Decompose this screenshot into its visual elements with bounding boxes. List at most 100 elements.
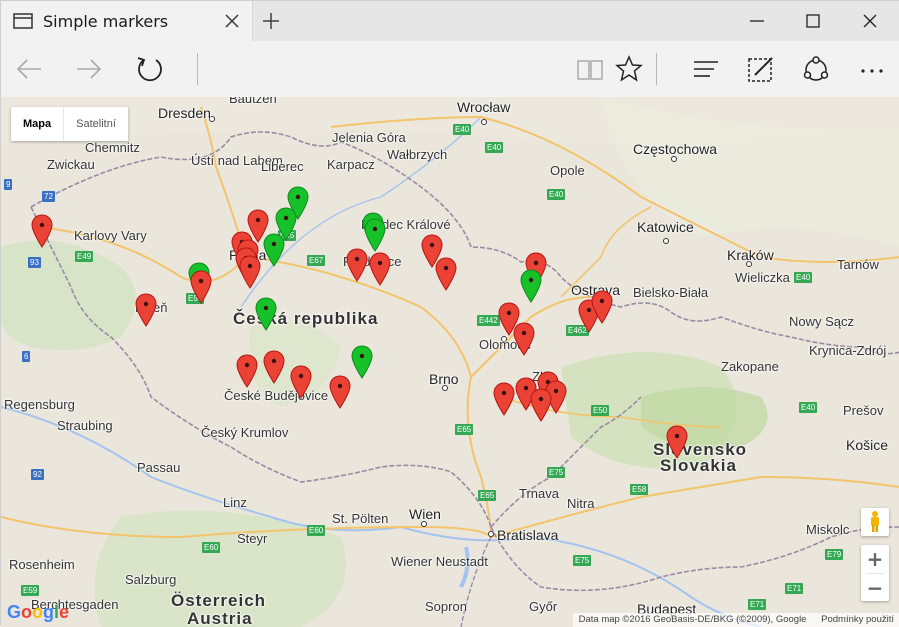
city-label: St. Pölten	[332, 511, 389, 526]
country-label: Austria	[187, 609, 253, 627]
road-shield: 9	[4, 179, 13, 190]
google-logo-text: Google	[7, 602, 70, 622]
city-label: Brno	[429, 371, 459, 387]
city-label: Wrocław	[457, 99, 511, 115]
city-label: Zakopane	[721, 359, 779, 374]
green-marker[interactable]	[520, 269, 542, 303]
browser-window: Simple markers Mapa Satelitní E40 E40 E4…	[0, 0, 899, 627]
google-logo[interactable]: Google	[7, 602, 69, 623]
city-label: Zwickau	[47, 157, 95, 172]
road-shield: 6	[22, 351, 31, 362]
city-label: Prešov	[843, 403, 884, 418]
city-label: České Budějovice	[224, 388, 329, 403]
road-shield: E40	[799, 402, 818, 413]
red-marker[interactable]	[290, 365, 312, 399]
maximize-icon[interactable]	[801, 9, 825, 33]
close-window-icon[interactable]	[858, 9, 882, 33]
green-marker[interactable]	[263, 233, 285, 267]
web-note-icon[interactable]	[745, 53, 777, 85]
country-label: Slovakia	[660, 456, 737, 475]
city-label: Katowice	[637, 219, 694, 235]
city-label: Liberec	[261, 159, 304, 174]
city-label: Bautzen	[229, 97, 277, 106]
refresh-icon[interactable]	[134, 53, 166, 85]
city-label: Karpacz	[327, 157, 375, 172]
red-marker[interactable]	[239, 255, 261, 289]
red-marker[interactable]	[530, 388, 552, 422]
city-label: Dresden	[158, 105, 211, 121]
red-marker[interactable]	[513, 322, 535, 356]
road-shield: E40	[547, 189, 566, 200]
red-marker[interactable]	[369, 252, 391, 286]
green-marker[interactable]	[351, 345, 373, 379]
road-shield: E442	[477, 315, 500, 326]
attribution-text: Data map ©2016 GeoBasis-DE/BKG (©2009), …	[578, 614, 807, 625]
red-marker[interactable]	[190, 270, 212, 304]
city-label: Wiener Neustadt	[391, 554, 488, 569]
zoom-in-button[interactable]: +	[861, 545, 889, 573]
map-type-control: Mapa Satelitní	[11, 107, 128, 141]
green-marker[interactable]	[255, 297, 277, 331]
city-label: Tarnów	[837, 257, 879, 272]
road-shield: E49	[75, 251, 94, 262]
map-canvas[interactable]: Mapa Satelitní E40 E40 E40 E65 E67 E40 E…	[1, 97, 899, 627]
city-label: Košice	[846, 437, 889, 453]
red-marker[interactable]	[493, 382, 515, 416]
map-type-satellite-button[interactable]: Satelitní	[63, 107, 128, 141]
city-label: Krynica-Zdrój	[809, 343, 887, 358]
title-bar: Simple markers	[1, 1, 899, 41]
city-label: Steyr	[237, 531, 268, 546]
star-icon[interactable]	[613, 53, 645, 85]
red-marker[interactable]	[666, 425, 688, 459]
road-shield: E79	[825, 549, 844, 560]
road-shield: 72	[42, 191, 55, 202]
city-label: Kraków	[727, 247, 774, 263]
page-icon	[13, 13, 33, 29]
browser-toolbar	[1, 41, 899, 97]
city-label: Nowy Sącz	[789, 314, 855, 329]
red-marker[interactable]	[346, 248, 368, 282]
city-label: Trnava	[519, 486, 559, 501]
road-shield: E40	[485, 142, 504, 153]
city-dot	[481, 119, 487, 125]
terms-link[interactable]: Podmínky použití	[821, 614, 894, 625]
plus-icon[interactable]	[261, 11, 281, 31]
red-marker[interactable]	[236, 354, 258, 388]
road-shield: E50	[591, 405, 610, 416]
red-marker[interactable]	[135, 293, 157, 327]
city-label: Karlovy Vary	[74, 228, 147, 243]
red-marker[interactable]	[435, 257, 457, 291]
browser-tab[interactable]: Simple markers	[1, 1, 253, 41]
forward-arrow-icon[interactable]	[73, 53, 105, 85]
road-shield: 93	[28, 257, 41, 268]
pegman-icon[interactable]	[861, 508, 889, 536]
more-icon[interactable]	[856, 53, 888, 85]
zoom-out-button[interactable]: −	[861, 574, 889, 602]
city-label: Wieliczka	[735, 270, 790, 285]
back-arrow-icon[interactable]	[13, 53, 45, 85]
city-label: Rosenheim	[9, 557, 75, 572]
minimize-icon[interactable]	[745, 9, 769, 33]
hub-icon[interactable]	[690, 53, 722, 85]
city-label: Regensburg	[4, 397, 75, 412]
road-shield: E65	[455, 424, 474, 435]
city-label: Český Krumlov	[201, 425, 289, 440]
road-shield: E65	[478, 490, 497, 501]
green-marker[interactable]	[364, 218, 386, 252]
reading-view-icon[interactable]	[574, 53, 606, 85]
city-label: Wałbrzych	[387, 147, 448, 162]
red-marker[interactable]	[263, 350, 285, 384]
road-shield: E75	[547, 467, 566, 478]
map-type-map-button[interactable]: Mapa	[11, 107, 63, 141]
city-label: Győr	[529, 599, 558, 614]
tab-title: Simple markers	[43, 12, 169, 31]
red-marker[interactable]	[31, 214, 53, 248]
city-label: Nitra	[567, 496, 595, 511]
road-shield: E71	[785, 583, 804, 594]
close-icon[interactable]	[223, 12, 241, 30]
red-marker[interactable]	[329, 375, 351, 409]
city-label: Bratislava	[497, 527, 559, 543]
red-marker[interactable]	[591, 290, 613, 324]
share-icon[interactable]	[800, 53, 832, 85]
road-shield: E58	[630, 484, 649, 495]
